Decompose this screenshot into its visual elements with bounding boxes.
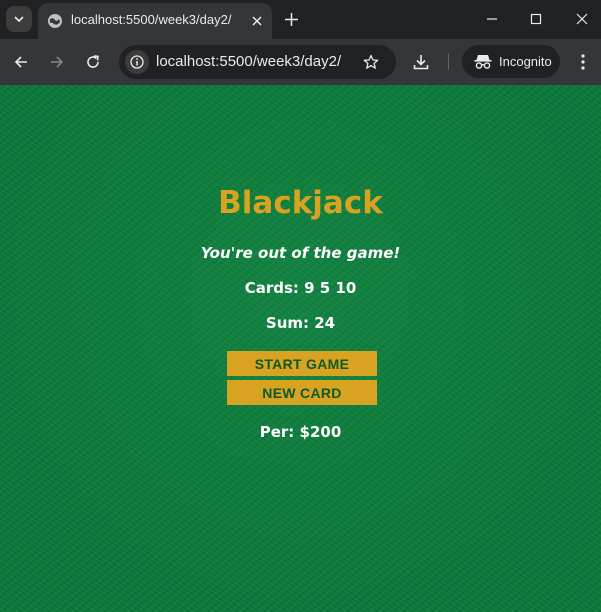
site-info-button[interactable] (125, 50, 149, 74)
url-text: localhost:5500/week3/day2/ (156, 53, 342, 70)
toolbar-divider (448, 54, 449, 70)
incognito-icon (474, 55, 492, 69)
game-message: You're out of the game! (200, 244, 401, 262)
bookmark-button[interactable] (362, 53, 380, 71)
incognito-indicator[interactable]: Incognito (462, 45, 560, 78)
download-icon (413, 55, 429, 70)
new-tab-button[interactable] (282, 10, 300, 28)
reload-button[interactable] (82, 51, 104, 73)
kebab-menu-icon (581, 54, 585, 70)
site-info-icon (130, 55, 144, 69)
tab-strip: localhost:5500/week3/day2/ (0, 0, 601, 39)
sum-display: Sum: 24 (265, 314, 336, 332)
tab-close-button[interactable] (249, 13, 265, 29)
forward-button[interactable] (46, 51, 68, 73)
browser-menu-button[interactable] (573, 51, 593, 73)
close-icon (252, 16, 262, 26)
window-close-icon (576, 13, 588, 25)
game-title: Blackjack (218, 185, 383, 221)
player-chips: Per: $200 (259, 423, 342, 441)
back-arrow-icon (14, 56, 27, 68)
globe-icon (48, 14, 62, 28)
incognito-label: Incognito (499, 54, 552, 69)
tab-search-icon (14, 16, 24, 23)
minimize-icon (487, 18, 497, 20)
active-tab[interactable]: localhost:5500/week3/day2/ (38, 3, 272, 39)
new-card-button[interactable]: NEW CARD (227, 380, 377, 405)
reload-icon (87, 55, 99, 68)
downloads-button[interactable] (410, 51, 432, 73)
minimize-button[interactable] (481, 8, 503, 30)
address-bar[interactable]: localhost:5500/week3/day2/ (119, 45, 396, 79)
star-icon (363, 54, 379, 69)
window-close-button[interactable] (571, 8, 593, 30)
back-button[interactable] (10, 51, 32, 73)
forward-arrow-icon (51, 56, 64, 68)
plus-icon (284, 12, 298, 26)
tab-search-button[interactable] (6, 6, 32, 32)
tab-title: localhost:5500/week3/day2/ (71, 12, 232, 27)
cards-display: Cards: 9 5 10 (244, 279, 357, 297)
maximize-icon (530, 13, 542, 25)
start-game-button[interactable]: START GAME (227, 351, 377, 376)
game-table: Blackjack You're out of the game! Cards:… (0, 85, 601, 612)
maximize-button[interactable] (525, 8, 547, 30)
